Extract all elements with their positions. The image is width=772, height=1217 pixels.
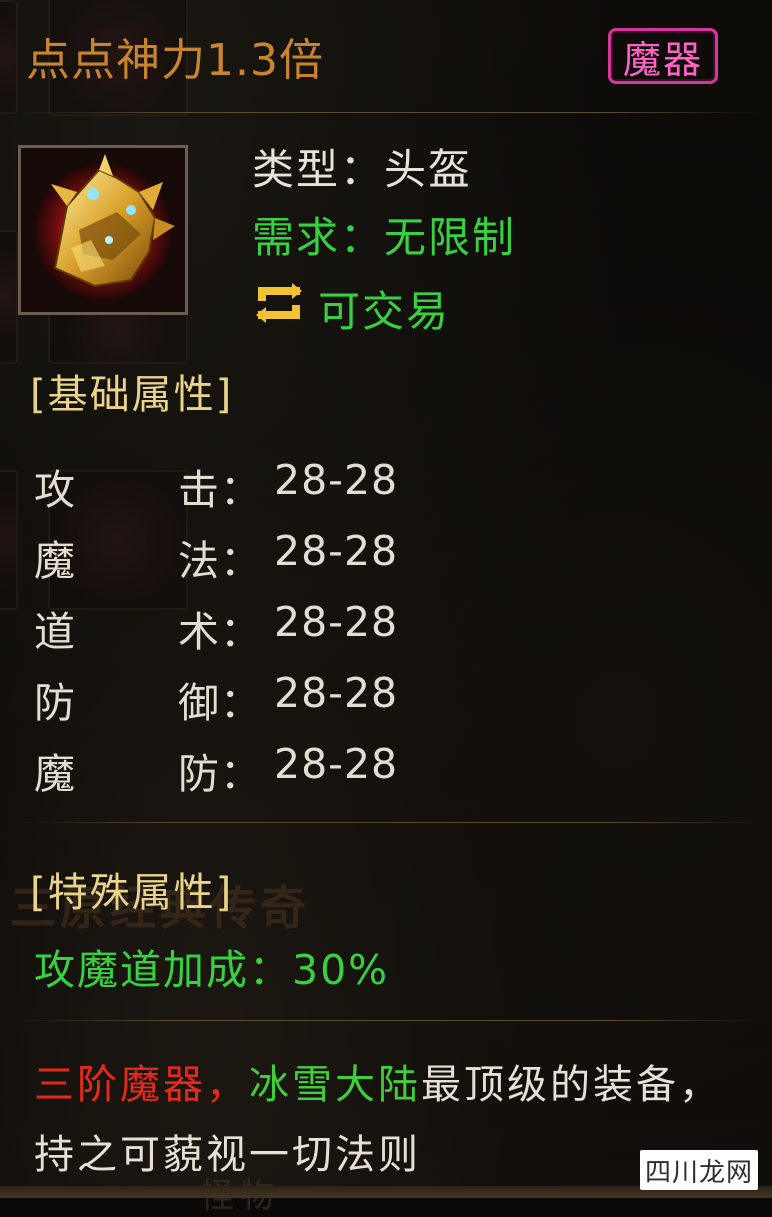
stat-label-char: 防	[178, 750, 219, 798]
stat-colon: ：	[220, 679, 261, 727]
description-region-text: 冰雪大陆	[249, 1062, 421, 1108]
stat-label-char: 攻	[34, 466, 75, 514]
background-inventory-slot	[0, 230, 18, 364]
site-watermark-logo: 四川龙网	[640, 1150, 758, 1190]
golden-helmet-icon	[21, 148, 185, 312]
stat-label-char: 魔	[34, 750, 75, 798]
stat-value: 28-28	[274, 669, 399, 717]
stat-label-char: 法	[178, 537, 219, 585]
item-icon-frame	[18, 145, 188, 315]
stat-colon: ：	[220, 750, 261, 798]
stat-label-char: 魔	[34, 537, 75, 585]
stat-label-char: 防	[34, 679, 75, 727]
stat-label-char: 术	[178, 608, 219, 656]
stat-colon: ：	[220, 466, 261, 514]
item-rarity-badge: 魔器	[608, 28, 718, 84]
stat-label-char: 道	[34, 608, 75, 656]
stat-label-char: 御	[178, 679, 219, 727]
item-requirement-text: 需求：无限制	[252, 213, 517, 262]
stat-value: 28-28	[274, 527, 399, 575]
stat-colon: ：	[220, 537, 261, 585]
stat-value: 28-28	[274, 740, 399, 788]
item-tooltip-panel: 三原经典传奇 点点神力1.3倍 魔器 类型：头盔 需求：无限制 可交易 [基础属…	[0, 0, 772, 1216]
special-bonus-text: 攻魔道加成：30%	[34, 946, 390, 994]
stat-value: 28-28	[274, 456, 399, 504]
item-title: 点点神力1.3倍	[26, 35, 324, 86]
item-type-text: 类型：头盔	[252, 145, 473, 194]
background-inventory-slot	[0, 0, 18, 114]
special-section-divider	[20, 1020, 760, 1021]
stat-label-char: 击	[178, 466, 219, 514]
header-divider	[20, 112, 760, 113]
special-attributes-header: [特殊属性]	[30, 870, 234, 916]
basic-section-divider	[20, 822, 760, 823]
basic-attributes-header: [基础属性]	[30, 372, 234, 418]
stat-colon: ：	[220, 608, 261, 656]
background-inventory-slot	[0, 470, 18, 610]
item-tradeable-text: 可交易	[318, 287, 451, 336]
item-description: 三阶魔器，冰雪大陆最顶级的装备，持之可藐视一切法则	[34, 1050, 734, 1190]
stat-value: 28-28	[274, 598, 399, 646]
tradeable-icon	[256, 283, 302, 323]
description-tier-text: 三阶魔器，	[34, 1062, 249, 1108]
